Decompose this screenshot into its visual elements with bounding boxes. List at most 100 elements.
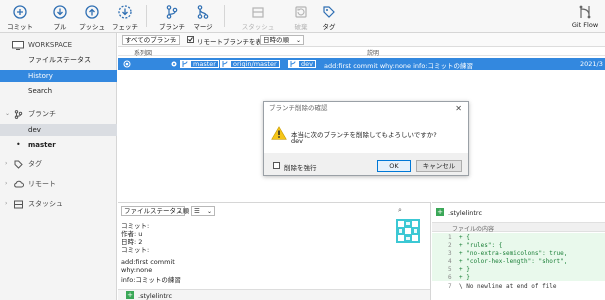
chevron-down-icon: ⌄ [171, 37, 177, 44]
merge-icon [197, 5, 209, 19]
dialog-branch-name: dev [291, 137, 303, 145]
column-description[interactable]: 説明 [367, 48, 379, 57]
search-label: Search [28, 87, 53, 95]
cloud-icon [14, 180, 24, 188]
sort-order-select[interactable]: 日時の順 ⌄ [260, 35, 304, 45]
file-status-label: ファイルステータス [28, 56, 91, 64]
column-graph[interactable]: 系列図 [134, 48, 152, 57]
branch-ref-icon [288, 60, 298, 68]
dialog-title: ブランチ削除の確認 [269, 104, 328, 112]
diff-line: \ No newline at end of file [459, 283, 557, 290]
history-label: History [28, 72, 53, 80]
sidebar-item-search[interactable]: Search [0, 85, 117, 97]
sidebar: WORKSPACE ファイルステータス History Search ⌄ ブラン… [0, 33, 117, 300]
tag-label: タグ [322, 23, 336, 31]
line-number: 3 [448, 250, 452, 257]
ref-origin-master[interactable]: origin/master [230, 60, 280, 68]
merge-label: マージ [193, 23, 213, 31]
file-added-icon: + [126, 291, 134, 299]
table-row[interactable]: master origin/master dev add:first commi… [118, 58, 605, 70]
diff-added-block [432, 233, 605, 281]
branch-master-label: master [28, 141, 56, 149]
plus-circle-icon [13, 5, 27, 19]
force-delete-checkbox[interactable] [273, 162, 280, 169]
tags-label: タグ [28, 160, 42, 168]
branch-dev-label: dev [28, 126, 41, 134]
file-status-order-select[interactable]: ファイルステータス順 ⌄ [121, 206, 189, 216]
diff-line: + } [459, 266, 470, 273]
sidebar-stashes-header[interactable]: › スタッシュ [0, 198, 117, 210]
monitor-icon [12, 41, 24, 50]
branches-label: ブランチ [28, 110, 56, 118]
file-added-icon: + [436, 208, 444, 216]
line-number: 6 [448, 274, 452, 281]
chevron-right-icon: › [5, 180, 8, 187]
arrow-down-circle-icon [53, 5, 67, 19]
ref-dev[interactable]: dev [298, 60, 316, 68]
branch-ref-icon [180, 60, 190, 68]
stash-button[interactable]: スタッシュ [236, 0, 280, 33]
head-marker-icon [171, 61, 177, 67]
chevron-right-icon: › [5, 200, 8, 207]
sidebar-branches-header[interactable]: ⌄ ブランチ [0, 108, 117, 120]
warning-icon [271, 126, 287, 140]
current-branch-icon: • [16, 140, 21, 149]
branch-filter-select[interactable]: すべてのブランチ ⌄ [122, 35, 180, 45]
sort-order-value: 日時の順 [263, 36, 289, 44]
ok-button[interactable]: OK [377, 160, 411, 172]
view-mode-select[interactable]: ☰ ⌄ [191, 206, 215, 216]
ref-master[interactable]: master [190, 60, 219, 68]
fetch-circle-icon [118, 5, 132, 19]
commit-button[interactable]: コミット [0, 0, 40, 33]
stash-icon [14, 200, 23, 209]
view-mode-value: ☰ [194, 207, 200, 215]
stashes-label: スタッシュ [28, 200, 63, 208]
line-number: 4 [448, 258, 452, 265]
branch-icon [166, 5, 178, 19]
dialog-title-bar: ブランチ削除の確認 ✕ [264, 102, 468, 115]
commit-details-pane: ファイルステータス順 ⌄ ☰ ⌄ ⌕ コミット: 作者: u 日時: 2 コミッ… [118, 202, 431, 300]
branch-filter-value: すべてのブランチ [125, 36, 177, 44]
tag-button[interactable]: タグ [309, 0, 349, 33]
sidebar-item-branch-master[interactable]: • master [0, 139, 117, 151]
commit-message-line: add:first commit [121, 258, 175, 266]
sidebar-remotes-header[interactable]: › リモート [0, 178, 117, 190]
diff-line: + { [459, 234, 470, 241]
chevron-down-icon: ⌄ [295, 37, 301, 44]
sidebar-tags-header[interactable]: › タグ [0, 158, 117, 170]
gitflow-button[interactable]: Git Flow [565, 0, 605, 33]
diff-line: + "no-extra-semicolons": true, [459, 250, 568, 257]
sidebar-workspace-header[interactable]: WORKSPACE [0, 39, 117, 51]
workspace-label: WORKSPACE [28, 41, 73, 49]
sidebar-item-history[interactable]: History [0, 70, 117, 82]
show-remote-checkbox[interactable] [187, 36, 194, 43]
cancel-button[interactable]: キャンセル [416, 160, 462, 172]
force-delete-label: 削除を強行 [284, 164, 317, 172]
commit-detail-line: コミット: [121, 246, 150, 254]
sidebar-item-file-status[interactable]: ファイルステータス [0, 54, 117, 66]
diff-line: + } [459, 274, 470, 281]
search-icon[interactable]: ⌕ [398, 206, 402, 215]
commit-message: add:first commit why:none info:コミットの練習 [324, 62, 473, 70]
tag-icon [323, 6, 335, 18]
diff-pane: + .stylelintrc ファイルの内容 1 + { 2 + "rules"… [432, 202, 605, 300]
line-number: 2 [448, 242, 452, 249]
close-icon[interactable]: ✕ [455, 102, 462, 115]
merge-button[interactable]: マージ [183, 0, 223, 33]
sidebar-item-branch-dev[interactable]: dev [0, 124, 117, 136]
arrow-up-circle-icon [85, 5, 99, 19]
chevron-down-icon: ⌄ [206, 208, 212, 215]
commit-message-line: why:none [121, 266, 153, 274]
line-number: 1 [448, 234, 452, 241]
fetch-button[interactable]: フェッチ [105, 0, 145, 33]
gitflow-label: Git Flow [571, 21, 599, 29]
toolbar-divider [146, 5, 147, 27]
stash-label: スタッシュ [241, 23, 275, 31]
avatar [396, 219, 420, 243]
chevron-down-icon: ⌄ [5, 110, 11, 117]
commit-date: 2021/3 [580, 60, 603, 68]
file-list-row[interactable]: + .stylelintrc [118, 289, 430, 300]
filter-bar: すべてのブランチ ⌄ リモートブランチを表示 日時の順 ⌄ [118, 33, 605, 47]
show-remote-label: リモートブランチを表示 [197, 38, 269, 46]
tag-icon [14, 160, 23, 169]
